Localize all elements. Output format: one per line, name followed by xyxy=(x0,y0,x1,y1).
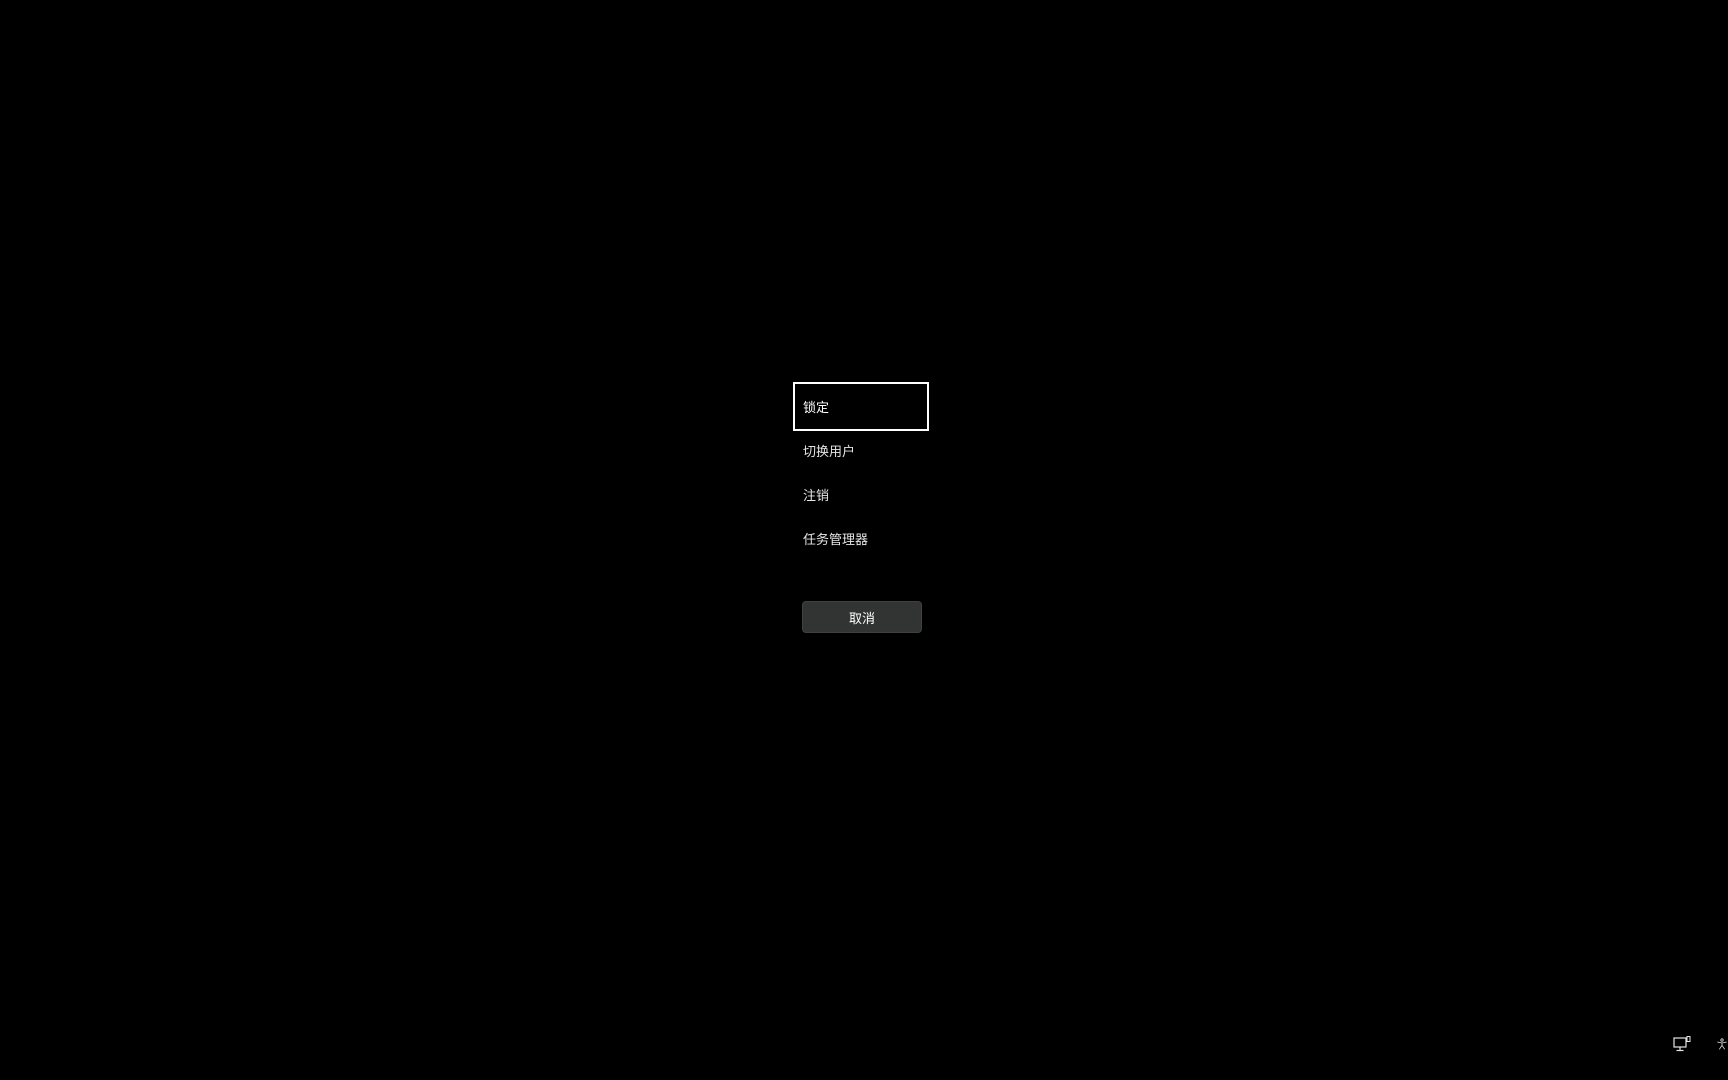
cancel-button-label: 取消 xyxy=(848,611,875,627)
menu-item-switch-user[interactable]: 切换用户 xyxy=(793,426,929,475)
menu-item-label: 注销 xyxy=(803,489,830,504)
menu-item-label: 锁定 xyxy=(803,401,830,416)
security-options-menu: 锁定 切换用户 注销 任务管理器 xyxy=(793,382,929,558)
corner-icons xyxy=(1648,1034,1728,1054)
menu-item-task-manager[interactable]: 任务管理器 xyxy=(793,514,929,563)
menu-item-lock[interactable]: 锁定 xyxy=(793,382,929,431)
menu-item-label: 任务管理器 xyxy=(803,533,869,548)
menu-item-sign-out[interactable]: 注销 xyxy=(793,470,929,519)
menu-item-label: 切换用户 xyxy=(803,445,856,460)
ctrl-alt-del-screen: 锁定 切换用户 注销 任务管理器 取消 xyxy=(0,0,1728,1080)
accessibility-icon[interactable] xyxy=(1716,1034,1728,1054)
cancel-button[interactable]: 取消 xyxy=(802,601,922,633)
network-icon[interactable] xyxy=(1672,1034,1692,1054)
